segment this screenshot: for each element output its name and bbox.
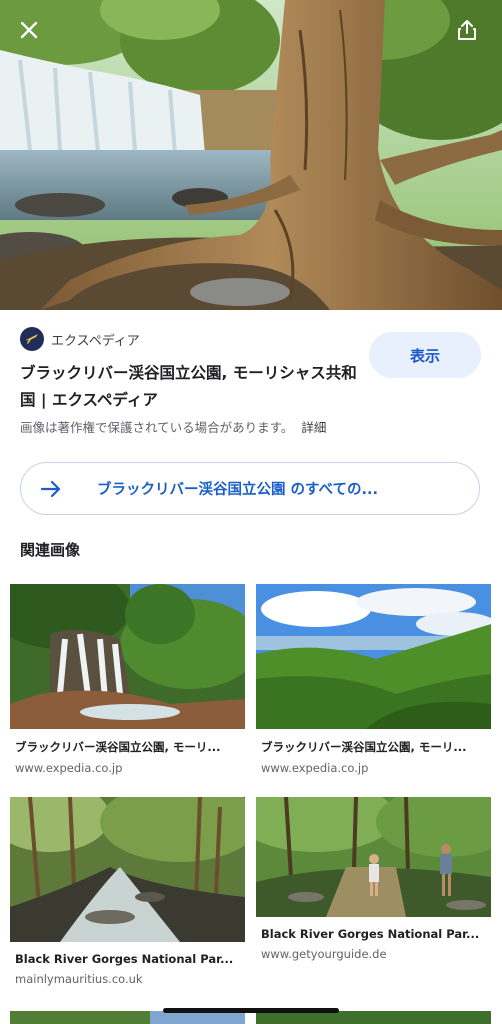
arrow-right-icon	[21, 480, 81, 498]
see-all-button[interactable]: ブラックリバー渓谷国立公園 のすべての...	[20, 462, 480, 515]
share-button[interactable]	[449, 12, 485, 48]
details-link[interactable]: 詳細	[301, 420, 326, 435]
see-all-label: ブラックリバー渓谷国立公園 のすべての...	[97, 482, 378, 498]
home-indicator[interactable]	[163, 1008, 339, 1013]
copyright-notice: 画像は著作権で保護されている場合があります。 詳細	[20, 417, 326, 436]
related-source: www.expedia.co.jp	[261, 761, 369, 775]
related-thumbnail[interactable]	[256, 797, 491, 917]
related-thumbnail[interactable]	[10, 797, 245, 942]
related-image-card[interactable]: Black River Gorges National Par... www.g…	[256, 797, 491, 961]
related-title: Black River Gorges National Par...	[15, 952, 234, 966]
close-button[interactable]	[11, 12, 47, 48]
source-row[interactable]: エクスペディア	[20, 326, 140, 352]
related-source: www.getyourguide.de	[261, 947, 387, 961]
airplane-icon	[20, 327, 44, 351]
related-image-card[interactable]: ブラックリバー渓谷国立公園, モーリ... www.expedia.co.jp	[256, 584, 491, 775]
close-icon	[20, 21, 38, 39]
related-images-heading: 関連画像	[20, 541, 81, 559]
related-title: ブラックリバー渓谷国立公園, モーリ...	[261, 740, 467, 754]
related-title: ブラックリバー渓谷国立公園, モーリ...	[15, 740, 221, 754]
copyright-text: 画像は著作権で保護されている場合があります。	[20, 420, 294, 435]
related-source: mainlymauritius.co.uk	[15, 972, 143, 986]
related-thumbnail[interactable]	[10, 584, 245, 729]
visit-button[interactable]: 表示	[369, 332, 481, 378]
related-thumbnail[interactable]	[256, 584, 491, 729]
hero-image[interactable]	[0, 0, 502, 310]
source-name: エクスペディア	[51, 333, 140, 349]
related-image-card[interactable]: ブラックリバー渓谷国立公園, モーリ... www.expedia.co.jp	[10, 584, 245, 775]
page-title[interactable]: ブラックリバー渓谷国立公園, モーリシャス共和国 | エクスペディア	[20, 360, 366, 414]
related-image-card[interactable]: Black River Gorges National Par... mainl…	[10, 797, 245, 986]
related-source: www.expedia.co.jp	[15, 761, 123, 775]
waterfall-tree-photo	[0, 0, 502, 310]
related-title: Black River Gorges National Par...	[261, 927, 480, 941]
share-icon	[458, 20, 476, 40]
